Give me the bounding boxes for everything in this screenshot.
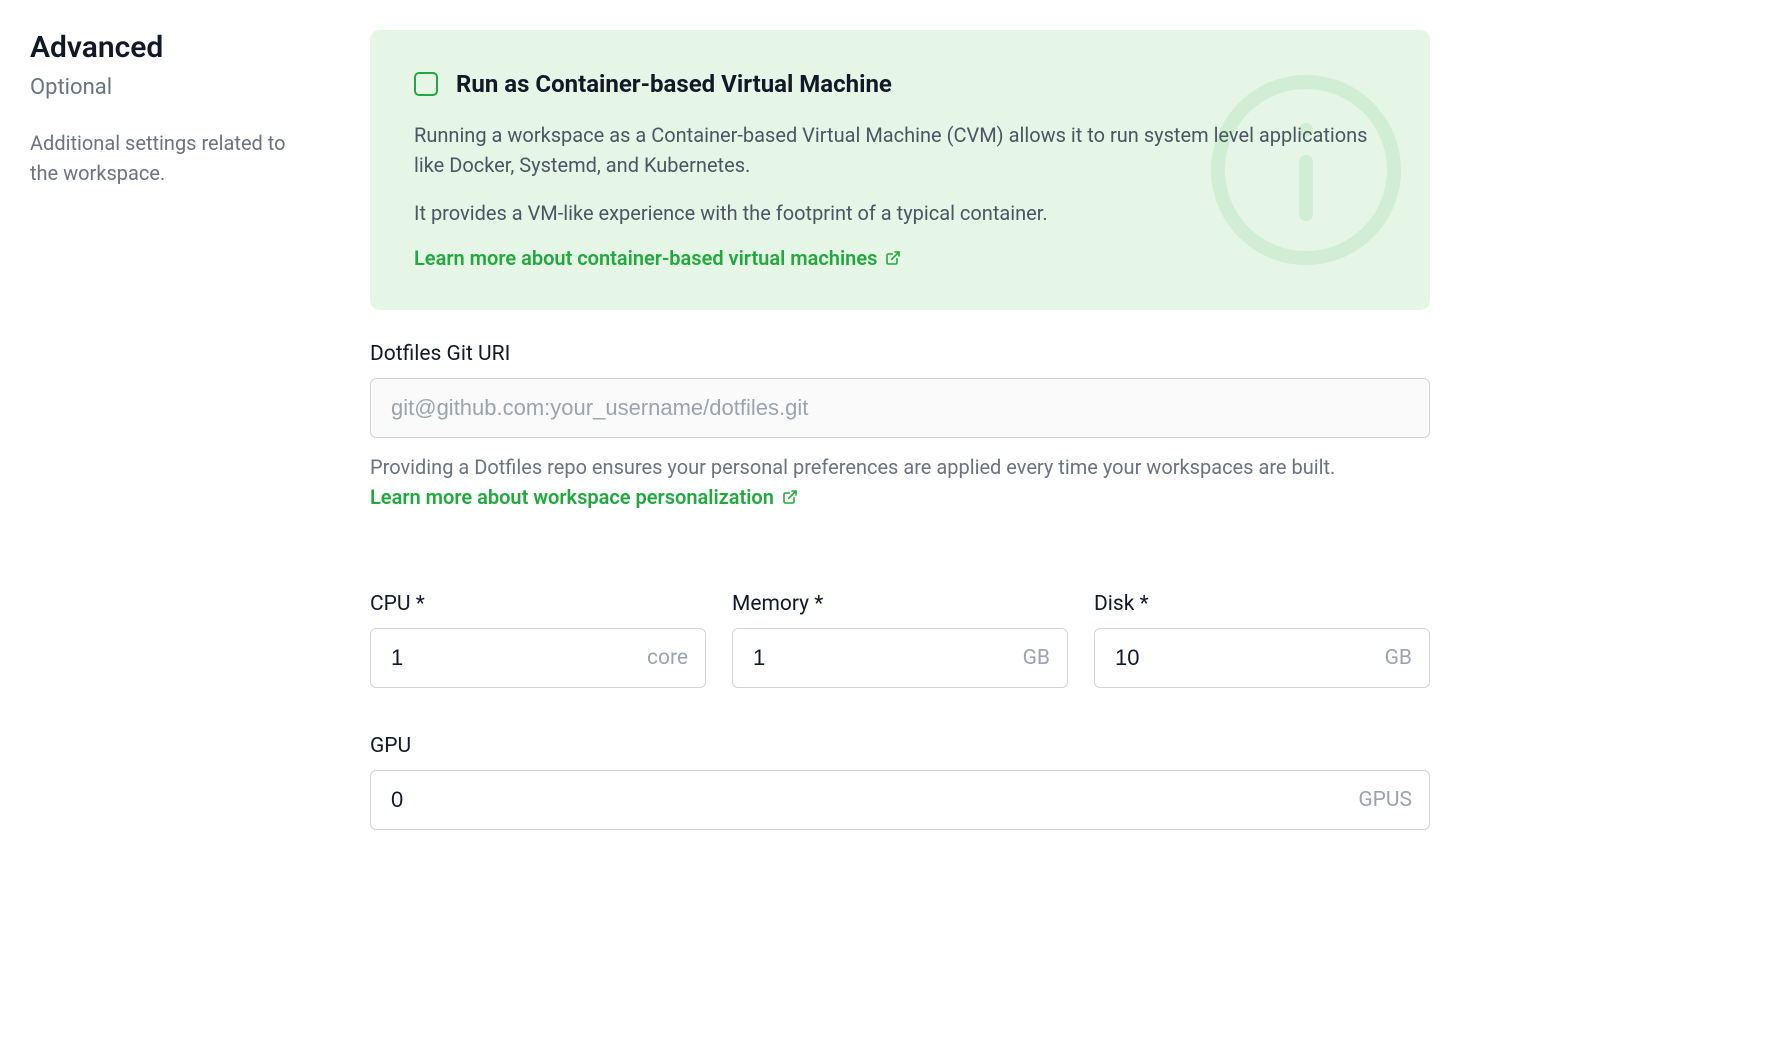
dotfiles-learn-more-text: Learn more about workspace personalizati… xyxy=(370,482,774,512)
section-title: Advanced xyxy=(30,30,310,65)
dotfiles-field: Dotfiles Git URI Providing a Dotfiles re… xyxy=(370,342,1430,512)
cvm-callout: Run as Container-based Virtual Machine R… xyxy=(370,30,1430,310)
cvm-description-1: Running a workspace as a Container-based… xyxy=(414,120,1386,180)
memory-input[interactable] xyxy=(732,628,1068,688)
disk-label: Disk * xyxy=(1094,592,1430,616)
dotfiles-label: Dotfiles Git URI xyxy=(370,342,1430,366)
dotfiles-learn-more-link[interactable]: Learn more about workspace personalizati… xyxy=(370,482,798,512)
dotfiles-help: Providing a Dotfiles repo ensures your p… xyxy=(370,452,1430,512)
memory-field: Memory * GB xyxy=(732,592,1068,688)
gpu-field: GPU GPUS xyxy=(370,734,1430,830)
cpu-input[interactable] xyxy=(370,628,706,688)
cvm-learn-more-text: Learn more about container-based virtual… xyxy=(414,246,877,270)
gpu-input[interactable] xyxy=(370,770,1430,830)
disk-input[interactable] xyxy=(1094,628,1430,688)
settings-main: Run as Container-based Virtual Machine R… xyxy=(370,30,1430,850)
dotfiles-help-text: Providing a Dotfiles repo ensures your p… xyxy=(370,455,1335,479)
section-description: Additional settings related to the works… xyxy=(30,128,310,188)
cvm-title: Run as Container-based Virtual Machine xyxy=(456,70,892,98)
cpu-label: CPU * xyxy=(370,592,706,616)
gpu-label: GPU xyxy=(370,734,1430,758)
cvm-checkbox[interactable] xyxy=(414,72,438,96)
disk-field: Disk * GB xyxy=(1094,592,1430,688)
cpu-field: CPU * core xyxy=(370,592,706,688)
cvm-learn-more-link[interactable]: Learn more about container-based virtual… xyxy=(414,246,901,270)
dotfiles-input[interactable] xyxy=(370,378,1430,438)
resource-grid: CPU * core Memory * GB Disk * GB xyxy=(370,592,1430,708)
settings-sidebar: Advanced Optional Additional settings re… xyxy=(30,30,310,850)
section-subtitle: Optional xyxy=(30,75,310,100)
memory-label: Memory * xyxy=(732,592,1068,616)
external-link-icon xyxy=(885,250,901,266)
external-link-icon xyxy=(782,489,798,505)
cvm-description-2: It provides a VM-like experience with th… xyxy=(414,198,1386,228)
